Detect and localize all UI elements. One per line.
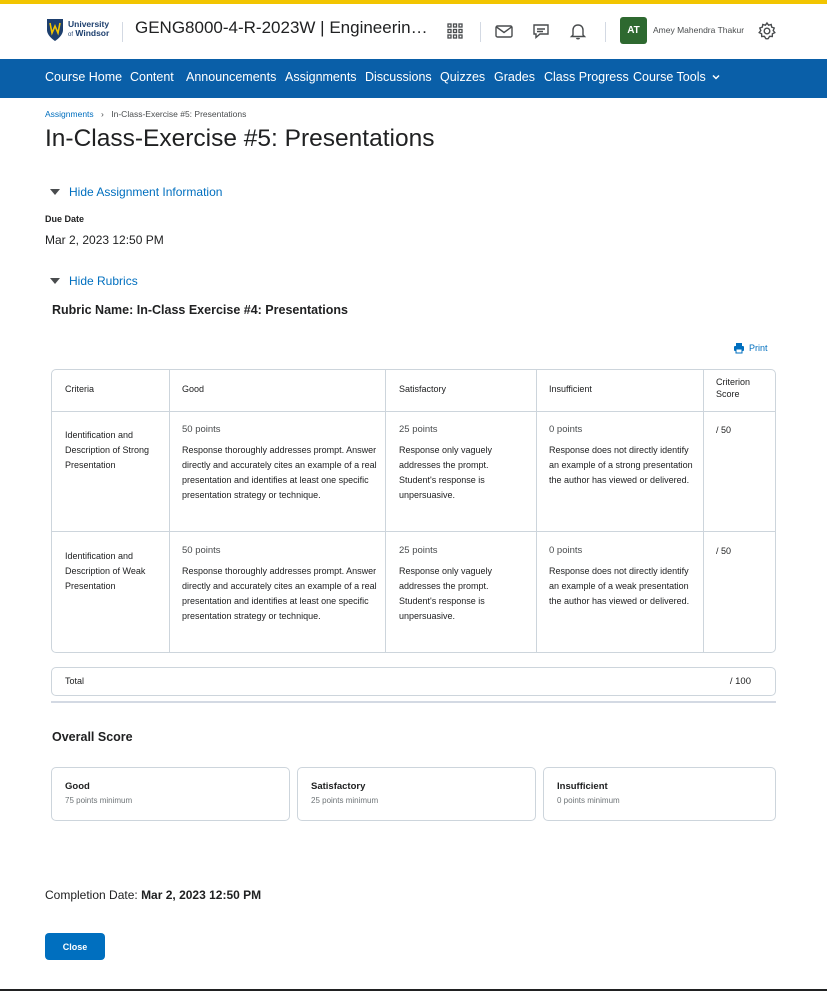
header-insufficient: Insufficient [549,384,592,394]
section-divider [51,701,776,703]
caret-down-icon [50,189,60,195]
breadcrumb-separator: › [101,109,104,119]
breadcrumb: Assignments › In-Class-Exercise #5: Pres… [45,109,246,119]
print-link[interactable]: Print [733,342,768,354]
rubric-total-row: Total / 100 [51,667,776,696]
level-name: Good [65,781,90,792]
level-name: Insufficient [557,781,608,792]
rubric-table: Criteria Good Satisfactory Insufficient … [51,369,776,653]
nav-grades[interactable]: Grades [494,70,535,84]
level-points: 50 points [182,545,221,556]
level-points: 25 points [399,424,438,435]
due-date-value: Mar 2, 2023 12:50 PM [45,233,164,247]
total-label: Total [65,676,85,686]
level-minimum: 0 points minimum [557,796,620,805]
nav-discussions[interactable]: Discussions [365,70,432,84]
level-points: 0 points [549,545,583,556]
nav-class-progress[interactable]: Class Progress [544,70,629,84]
criterion-score: / 50 [716,425,732,435]
completion-date-label: Completion Date: [45,888,138,902]
column-divider [536,370,537,652]
hide-rubrics-toggle[interactable]: Hide Rubrics [50,274,138,288]
overall-level-card: Insufficient 0 points minimum [543,767,776,821]
course-title[interactable]: GENG8000-4-R-2023W | Engineering T... [135,18,430,38]
nav-course-home[interactable]: Course Home [45,70,122,84]
level-points: 25 points [399,545,438,556]
overall-level-card: Satisfactory 25 points minimum [297,767,536,821]
nav-course-tools-label: Course Tools [633,70,706,84]
logo-wordmark: University of Windsor [68,20,109,40]
column-divider [169,370,170,652]
nav-quizzes[interactable]: Quizzes [440,70,485,84]
level-minimum: 75 points minimum [65,796,133,805]
level-points: 50 points [182,424,221,435]
due-date-label: Due Date [45,214,85,224]
gear-icon[interactable] [755,19,779,43]
chat-icon[interactable] [529,19,553,43]
completion-date: Completion Date: Mar 2, 2023 12:50 PM [45,888,261,902]
course-navbar: Course Home Content Announcements Assign… [0,59,827,98]
level-points: 0 points [549,424,583,435]
user-name[interactable]: Amey Mahendra Thakur [653,25,744,35]
nav-content[interactable]: Content [130,70,174,84]
level-description: Response only vaguely addresses the prom… [399,445,493,500]
criterion-name: Identification and Description of Weak P… [65,551,146,591]
criterion-score: / 50 [716,546,732,556]
criterion-name: Identification and Description of Strong… [65,430,150,470]
bell-icon[interactable] [566,19,590,43]
completion-date-value: Mar 2, 2023 12:50 PM [141,888,262,902]
header-divider [605,22,606,42]
level-description: Response only vaguely addresses the prom… [399,566,493,621]
header-divider [480,22,481,42]
avatar[interactable]: AT [620,17,647,44]
nav-announcements[interactable]: Announcements [186,70,276,84]
caret-down-icon [50,278,60,284]
print-label: Print [749,343,768,353]
overall-score-title: Overall Score [52,730,133,744]
row-divider [52,411,775,412]
shield-logo-icon [47,19,63,41]
total-value: / 100 [729,676,751,687]
hide-assignment-info-toggle[interactable]: Hide Assignment Information [50,185,222,199]
logo-of: of [68,32,74,38]
apps-grid-icon[interactable] [443,19,467,43]
nav-course-tools[interactable]: Course Tools [633,70,720,84]
logo-line-2: Windsor [75,28,110,38]
close-button[interactable]: Close [45,933,105,960]
mail-icon[interactable] [492,19,516,43]
nav-assignments[interactable]: Assignments [285,70,357,84]
hide-rubrics-label: Hide Rubrics [69,274,138,288]
header-divider [122,22,123,42]
breadcrumb-current: In-Class-Exercise #5: Presentations [111,109,247,119]
level-name: Satisfactory [311,781,366,792]
page-title: In-Class-Exercise #5: Presentations [45,125,435,152]
top-header: University of Windsor GENG8000-4-R-2023W… [0,4,827,59]
header-good: Good [182,384,205,394]
level-description: Response does not directly identify an e… [549,445,693,485]
printer-icon [734,343,744,354]
overall-level-card: Good 75 points minimum [51,767,290,821]
column-divider [385,370,386,652]
university-logo[interactable]: University of Windsor [46,16,110,44]
level-minimum: 25 points minimum [311,796,379,805]
level-description: Response thoroughly addresses prompt. An… [182,445,377,500]
rubric-name: Rubric Name: In-Class Exercise #4: Prese… [52,303,348,317]
level-description: Response does not directly identify an e… [549,566,690,606]
header-satisfactory: Satisfactory [399,384,447,394]
breadcrumb-assignments-link[interactable]: Assignments [45,109,94,119]
header-criteria: Criteria [65,384,95,394]
hide-assignment-info-label: Hide Assignment Information [69,185,223,199]
chevron-down-icon [712,74,720,80]
column-divider [703,370,704,652]
row-divider [52,531,775,532]
header-criterion-score: Criterion Score [716,377,751,399]
level-description: Response thoroughly addresses prompt. An… [182,566,377,621]
